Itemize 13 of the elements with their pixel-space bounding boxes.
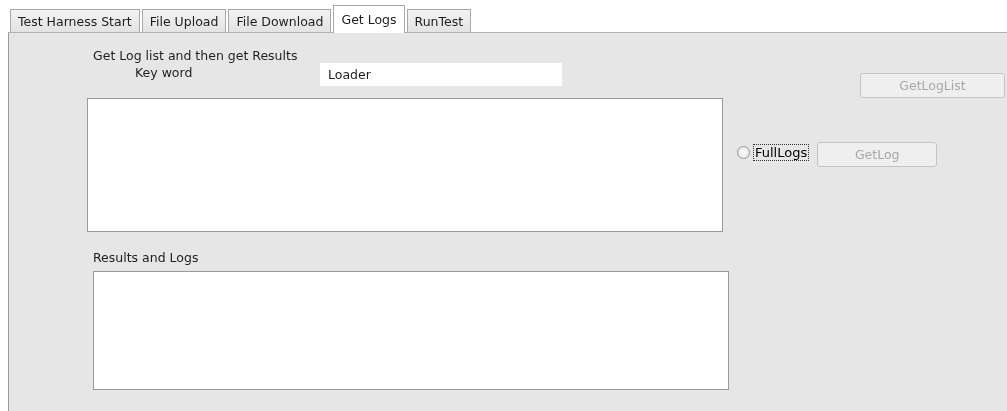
tab[interactable]: Test Harness Start — [10, 9, 140, 32]
keyword-label: Key word — [135, 65, 194, 80]
tab[interactable]: Get Logs — [333, 5, 405, 33]
tab[interactable]: RunTest — [406, 9, 472, 32]
results-label: Results and Logs — [93, 250, 199, 265]
log-list-box[interactable] — [87, 98, 723, 232]
radio-label[interactable]: FullLogs — [753, 144, 810, 161]
section-heading: Get Log list and then get Results — [93, 48, 298, 63]
tab[interactable]: File Upload — [141, 9, 227, 32]
tab[interactable]: File Download — [228, 9, 332, 32]
radio-button[interactable] — [737, 146, 750, 159]
results-box[interactable] — [93, 271, 729, 390]
keyword-field[interactable]: Loader — [320, 63, 562, 86]
